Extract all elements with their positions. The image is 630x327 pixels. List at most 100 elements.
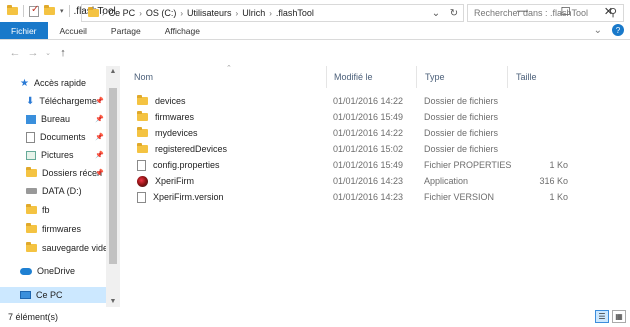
search-placeholder: Rechercher dans : .flashTool <box>474 8 589 18</box>
table-row[interactable]: mydevices 01/01/2016 14:22 Dossier de fi… <box>125 125 630 141</box>
file-modified: 01/01/2016 14:23 <box>333 192 404 202</box>
column-header-size[interactable]: Taille <box>507 66 567 88</box>
nav-item-documents[interactable]: Documents 📌 <box>0 129 108 145</box>
pin-icon[interactable]: 📌 <box>95 169 104 177</box>
breadcrumb-ulrich[interactable]: Ulrich <box>242 8 265 18</box>
column-header-modified[interactable]: Modifié le <box>325 66 417 88</box>
recent-locations-chevron-icon[interactable]: ⌄ <box>42 49 54 57</box>
breadcrumb-ce-pc[interactable]: Ce PC <box>109 8 136 18</box>
star-icon: ★ <box>20 77 29 89</box>
search-icon[interactable]: ⚲ <box>609 6 617 19</box>
file-size <box>515 125 568 141</box>
navigation-row: ← → ⌄ ↑ <box>0 40 630 66</box>
new-folder-icon[interactable] <box>44 5 55 15</box>
ribbon-tabs: Fichier Accueil Partage Affichage ⌄ ? <box>0 22 630 40</box>
file-name: registeredDevices <box>155 144 228 154</box>
table-row[interactable]: firmwares 01/01/2016 15:49 Dossier de fi… <box>125 109 630 125</box>
forward-arrow-icon[interactable]: → <box>24 47 42 59</box>
tab-partage[interactable]: Partage <box>99 22 153 39</box>
tab-accueil[interactable]: Accueil <box>48 22 99 39</box>
breadcrumb-utilisateurs[interactable]: Utilisateurs <box>187 8 232 18</box>
up-arrow-icon[interactable]: ↑ <box>54 47 72 59</box>
file-name: XperiFirm <box>155 176 195 186</box>
drive-icon <box>26 188 37 194</box>
table-row[interactable]: XperiFirm 01/01/2016 14:23 Application 3… <box>125 173 630 189</box>
table-row[interactable]: XperiFirm.version 01/01/2016 14:23 Fichi… <box>125 189 630 205</box>
search-input[interactable]: Rechercher dans : .flashTool ⚲ <box>467 4 624 22</box>
chevron-right-icon[interactable]: › <box>102 9 105 18</box>
nav-item-label: DATA (D:) <box>42 186 82 196</box>
help-icon[interactable]: ? <box>612 24 624 36</box>
nav-item-downloads[interactable]: ⬇ Téléchargeme 📌 <box>0 93 108 109</box>
address-bar[interactable]: › Ce PC › OS (C:) › Utilisateurs › Ulric… <box>81 4 464 22</box>
chevron-right-icon[interactable]: › <box>269 9 272 18</box>
nav-item-sauvegarde[interactable]: sauvegarde vide <box>0 240 108 256</box>
customize-toolbar-icon[interactable]: ▾ <box>60 7 64 15</box>
refresh-icon[interactable]: ↻ <box>445 8 463 19</box>
file-type: Application <box>424 176 469 186</box>
column-header-name[interactable]: Nom <box>125 66 327 88</box>
nav-item-pictures[interactable]: Pictures 📌 <box>0 147 108 163</box>
file-name: firmwares <box>155 112 195 122</box>
navigation-pane: ★ Accès rapide ⬇ Téléchargeme 📌 Bureau 📌… <box>0 66 120 307</box>
nav-item-label: Pictures <box>41 150 74 160</box>
large-icons-view-icon[interactable]: ▦ <box>612 310 626 323</box>
toolbar-separator <box>23 5 24 17</box>
nav-item-onedrive[interactable]: OneDrive <box>0 263 108 279</box>
scrollbar-thumb[interactable] <box>109 88 117 264</box>
chevron-right-icon[interactable]: › <box>236 9 239 18</box>
app-icon <box>137 175 148 187</box>
download-icon: ⬇ <box>26 95 35 107</box>
address-dropdown-icon[interactable]: ⌄ <box>427 8 445 19</box>
toolbar-separator <box>68 5 70 17</box>
folder-icon <box>137 127 148 137</box>
item-count: 7 élément(s) <box>8 312 59 322</box>
expand-ribbon-icon[interactable]: ⌄ <box>594 25 602 36</box>
breadcrumb-flashtool[interactable]: .flashTool <box>276 8 314 18</box>
pc-icon <box>20 291 31 299</box>
file-type: Dossier de fichiers <box>424 128 499 138</box>
nav-item-quick-access[interactable]: ★ Accès rapide <box>0 75 108 91</box>
nav-item-recent-folders[interactable]: Dossiers récen 📌 <box>0 165 108 181</box>
folder-icon <box>137 111 148 121</box>
scroll-up-icon[interactable]: ▲ <box>106 68 120 75</box>
file-modified: 01/01/2016 14:23 <box>333 176 404 186</box>
file-type: Fichier VERSION <box>424 192 495 202</box>
folder-icon <box>137 143 148 153</box>
folder-icon <box>7 5 18 15</box>
tab-fichier[interactable]: Fichier <box>0 22 48 39</box>
nav-item-firmwares[interactable]: firmwares <box>0 221 108 237</box>
file-name: devices <box>155 96 186 106</box>
folder-icon <box>26 242 37 252</box>
ribbon-right: ⌄ ? <box>594 24 624 36</box>
file-icon <box>137 191 146 203</box>
pin-icon[interactable]: 📌 <box>95 151 104 159</box>
table-row[interactable]: registeredDevices 01/01/2016 15:02 Dossi… <box>125 141 630 157</box>
nav-item-bureau[interactable]: Bureau 📌 <box>0 111 108 127</box>
pin-icon[interactable]: 📌 <box>95 97 104 105</box>
address-actions: ⌄ ↻ <box>427 5 463 21</box>
chevron-right-icon[interactable]: › <box>139 9 142 18</box>
chevron-right-icon[interactable]: › <box>180 9 183 18</box>
pin-icon[interactable]: 📌 <box>95 115 104 123</box>
nav-item-label: Téléchargeme <box>39 96 97 106</box>
scroll-down-icon[interactable]: ▼ <box>106 298 120 305</box>
nav-item-ce-pc[interactable]: Ce PC <box>0 287 108 303</box>
properties-icon[interactable] <box>29 4 39 17</box>
folder-icon <box>26 204 37 214</box>
nav-item-data-drive[interactable]: DATA (D:) <box>0 183 108 199</box>
file-name: mydevices <box>155 128 198 138</box>
table-row[interactable]: devices 01/01/2016 14:22 Dossier de fich… <box>125 93 630 109</box>
back-arrow-icon[interactable]: ← <box>6 47 24 59</box>
column-header-type[interactable]: Type <box>416 66 508 88</box>
breadcrumb-os-c[interactable]: OS (C:) <box>146 8 177 18</box>
details-view-icon[interactable]: ☰ <box>595 310 609 323</box>
pin-icon[interactable]: 📌 <box>95 133 104 141</box>
onedrive-icon <box>20 267 32 275</box>
tab-affichage[interactable]: Affichage <box>153 22 212 39</box>
table-row[interactable]: config.properties 01/01/2016 15:49 Fichi… <box>125 157 630 173</box>
nav-item-label: fb <box>42 205 50 215</box>
nav-item-label: sauvegarde vide <box>42 243 108 253</box>
nav-item-fb[interactable]: fb <box>0 202 108 218</box>
navigation-scrollbar[interactable]: ▲ ▼ <box>106 66 120 307</box>
